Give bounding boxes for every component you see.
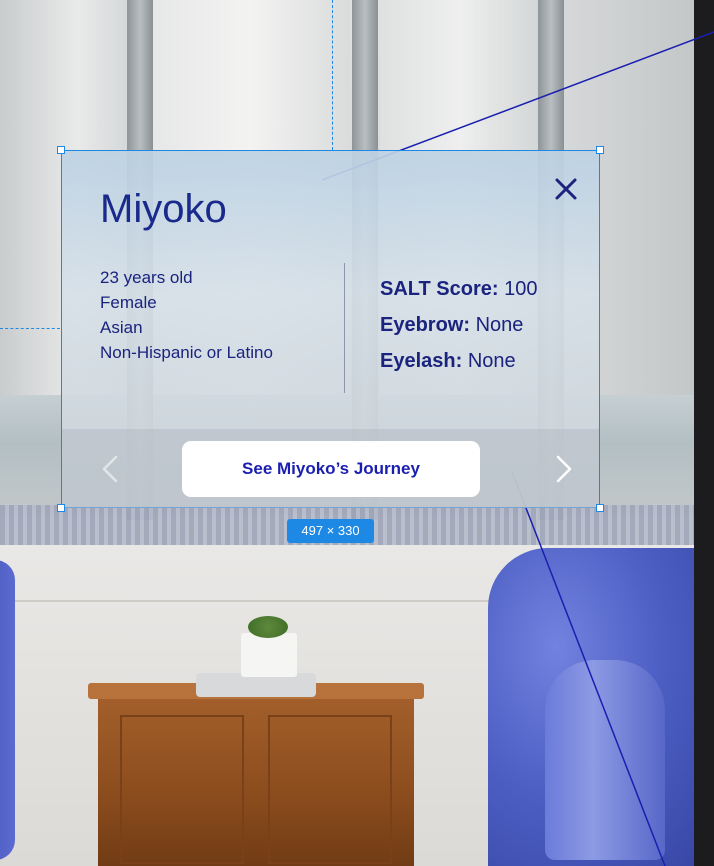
score-value: None (467, 350, 516, 372)
close-button[interactable] (548, 171, 584, 207)
resize-handle-top-left[interactable] (57, 146, 65, 154)
dimension-badge: 497 × 330 (287, 519, 374, 543)
score-value: 100 (504, 278, 538, 300)
score-value: None (475, 314, 524, 336)
close-icon (555, 178, 577, 200)
resize-handle-top-right[interactable] (596, 146, 604, 154)
plant (248, 616, 288, 638)
guide-line-horizontal (0, 328, 60, 329)
score-row-eyebrow: Eyebrow: None (380, 307, 537, 343)
next-button[interactable] (542, 449, 582, 489)
column-divider (344, 263, 345, 393)
chair (0, 560, 15, 860)
demographic-age: 23 years old (100, 268, 193, 287)
resize-handle-bottom-right[interactable] (596, 504, 604, 512)
resize-handle-bottom-left[interactable] (57, 504, 65, 512)
demographics-list: 23 years old Female Asian Non-Hispanic o… (100, 265, 273, 365)
chevron-left-icon (102, 455, 118, 483)
chevron-right-icon (556, 455, 572, 483)
score-label: Eyelash: (380, 350, 463, 372)
score-label: SALT Score: (380, 278, 499, 300)
card-footer: See Miyoko’s Journey (62, 429, 599, 508)
profile-card[interactable]: Miyoko 23 years old Female Asian Non-His… (61, 150, 600, 508)
scores-list: SALT Score: 100 Eyebrow: None Eyelash: N… (380, 271, 537, 379)
score-row-eyelash: Eyelash: None (380, 343, 537, 379)
chair-arm (545, 660, 665, 860)
plant-pot (241, 633, 297, 677)
score-row-salt: SALT Score: 100 (380, 271, 537, 307)
see-journey-button[interactable]: See Miyoko’s Journey (182, 441, 480, 497)
profile-name: Miyoko (100, 187, 227, 231)
demographic-ethnicity: Non-Hispanic or Latino (100, 343, 273, 362)
cabinet-door (120, 715, 244, 864)
previous-button[interactable] (92, 449, 132, 489)
score-label: Eyebrow: (380, 314, 471, 336)
guide-line-vertical (332, 0, 333, 150)
demographic-sex: Female (100, 293, 157, 312)
demographic-race: Asian (100, 318, 143, 337)
cabinet-door (268, 715, 392, 864)
